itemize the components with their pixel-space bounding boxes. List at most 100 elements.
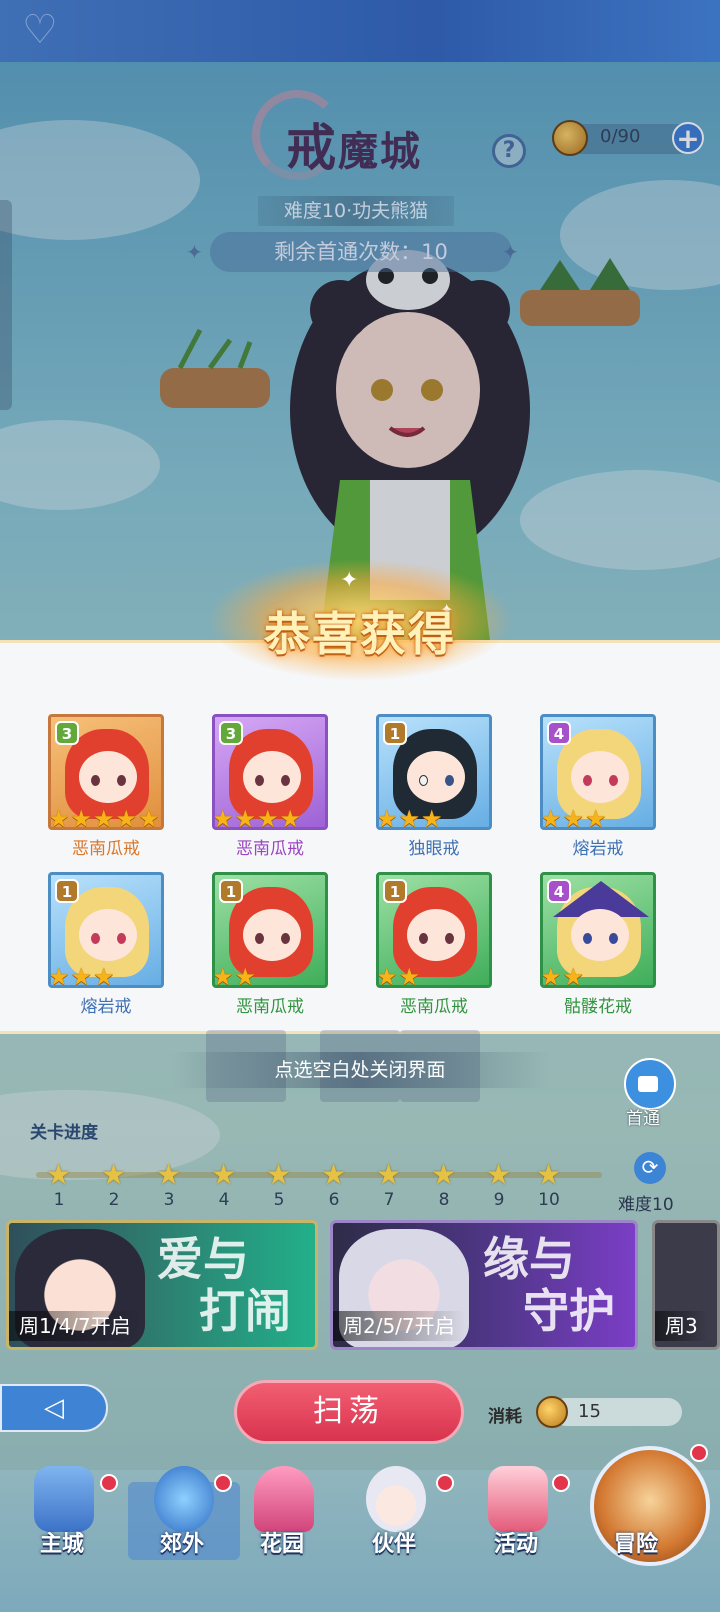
level-number: 2	[108, 1190, 120, 1210]
progress-star-icon[interactable]: ★	[536, 1158, 561, 1191]
sweep-button[interactable]: 扫荡	[234, 1380, 464, 1444]
star-icon: ★	[138, 805, 160, 830]
star-icon: ★	[540, 963, 562, 988]
reward-name: 恶南瓜戒	[236, 839, 304, 859]
star-icon: ★	[234, 805, 257, 830]
nav-item-partners[interactable]: 伙伴	[344, 1460, 444, 1560]
star-icon: ★	[376, 963, 398, 988]
eye	[255, 775, 264, 786]
eyepatch	[419, 775, 428, 786]
star-icon: ★	[398, 805, 421, 830]
eye	[91, 933, 100, 944]
event-card[interactable]: 爱与 打闹 周1/4/7开启	[6, 1220, 318, 1350]
star-rating: ★ ★	[540, 963, 584, 988]
nav-label: 主城	[39, 1532, 84, 1557]
star-icon: ★	[48, 963, 70, 988]
level-number: 10	[538, 1190, 560, 1210]
eye	[281, 933, 290, 944]
gift-icon	[488, 1466, 548, 1532]
reward-name: 恶南瓜戒	[400, 997, 468, 1017]
reward-item[interactable]: 3 ★ ★ ★ ★ 恶南瓜戒	[212, 714, 328, 864]
compass-icon	[154, 1466, 214, 1532]
star-rating: ★ ★	[376, 963, 421, 988]
star-icon: ★	[70, 963, 93, 988]
star-rating: ★ ★ ★	[376, 805, 443, 830]
star-icon: ★	[376, 805, 398, 830]
character-face	[407, 751, 465, 803]
reward-card: 3 ★ ★ ★ ★ ★	[48, 714, 164, 830]
progress-star-icon[interactable]: ★	[46, 1158, 71, 1191]
nav-item-adventure[interactable]: 冒险	[586, 1460, 686, 1560]
reward-card: 4 ★ ★	[540, 872, 656, 988]
eye	[609, 933, 618, 944]
reward-name: 恶南瓜戒	[72, 839, 140, 859]
progress-star-icon[interactable]: ★	[266, 1158, 291, 1191]
reward-item[interactable]: 1 ★ ★ 恶南瓜戒	[212, 872, 328, 1022]
reward-card: 4 ★ ★ ★	[540, 714, 656, 830]
reward-item[interactable]: 1 ★ ★ ★ 独眼戒	[376, 714, 492, 864]
progress-star-icon[interactable]: ★	[211, 1158, 236, 1191]
heart-arrow-icon: ♡	[22, 7, 58, 53]
event-card[interactable]: 缘与 守护 周2/5/7开启	[330, 1220, 638, 1350]
eye	[255, 933, 264, 944]
cost-bar	[552, 1398, 682, 1426]
star-icon: ★	[115, 805, 138, 830]
level-badge: 1	[219, 879, 243, 903]
progress-star-icon[interactable]: ★	[101, 1158, 126, 1191]
nav-item-garden[interactable]: 花园	[232, 1460, 332, 1560]
progress-star-icon[interactable]: ★	[376, 1158, 401, 1191]
reward-card: 3 ★ ★ ★ ★	[212, 714, 328, 830]
star-icon: ★	[234, 963, 257, 988]
reward-card: 1 ★ ★	[212, 872, 328, 988]
eye	[583, 775, 592, 786]
eye	[609, 775, 618, 786]
nav-item-activities[interactable]: 活动	[466, 1460, 566, 1560]
level-number: 8	[438, 1190, 450, 1210]
progress-star-icon[interactable]: ★	[156, 1158, 181, 1191]
star-rating: ★ ★ ★ ★ ★	[48, 805, 160, 830]
event-title-line1: 缘与	[483, 1232, 575, 1286]
close-hint: 点选空白处关闭界面	[170, 1052, 550, 1088]
star-rating: ★ ★ ★ ★	[215, 805, 301, 830]
level-number: 7	[383, 1190, 395, 1210]
game-scene: ♡ 戒魔城 ? 0/90 + 难度10·功夫熊猫 ✦ ✦ 剩余首通次数：10 ✦…	[0, 0, 720, 1612]
reward-item[interactable]: 3 ★ ★ ★ ★ ★ 恶南瓜戒	[48, 714, 164, 864]
character-face	[571, 751, 629, 803]
reward-item[interactable]: 4 ★ ★ ★ 熔岩戒	[540, 714, 656, 864]
reward-item[interactable]: 4 ★ ★ 骷髅花戒	[540, 872, 656, 1022]
ticket-coin-icon	[536, 1396, 568, 1428]
level-number: 1	[53, 1190, 65, 1210]
reward-item[interactable]: 1 ★ ★ 恶南瓜戒	[376, 872, 492, 1022]
reward-item[interactable]: 1 ★ ★ ★ 熔岩戒	[48, 872, 164, 1022]
back-arrow-icon[interactable]: ◁	[0, 1384, 108, 1432]
level-badge: 3	[55, 721, 79, 745]
nav-item-main-city[interactable]: 主城	[12, 1460, 112, 1560]
level-badge: 1	[383, 879, 407, 903]
reward-name: 独眼戒	[408, 839, 460, 859]
first-clear-record-label: 首通	[626, 1109, 660, 1129]
event-card[interactable]: 周3	[652, 1220, 720, 1350]
character-face	[79, 751, 137, 803]
cost-value: 15	[578, 1401, 601, 1422]
refresh-icon[interactable]: ⟳	[634, 1152, 666, 1184]
progress-star-icon[interactable]: ★	[486, 1158, 511, 1191]
castle-icon	[34, 1466, 94, 1532]
nav-label: 花园	[259, 1532, 304, 1557]
level-badge: 1	[55, 879, 79, 903]
star-icon: ★	[421, 805, 443, 830]
progress-star-icon[interactable]: ★	[431, 1158, 456, 1191]
eye	[117, 933, 126, 944]
eye	[281, 775, 290, 786]
video-camera-icon[interactable]	[624, 1058, 676, 1110]
character-face	[79, 909, 137, 961]
star-icon: ★	[562, 805, 585, 830]
star-icon: ★	[398, 963, 421, 988]
level-number: 5	[273, 1190, 285, 1210]
reward-name: 熔岩戒	[572, 839, 624, 859]
event-schedule: 周2/5/7开启	[333, 1311, 465, 1341]
level-badge: 3	[219, 721, 243, 745]
event-schedule: 周1/4/7开启	[9, 1311, 141, 1341]
star-icon: ★	[48, 805, 70, 830]
progress-star-icon[interactable]: ★	[321, 1158, 346, 1191]
star-rating: ★ ★ ★	[48, 963, 115, 988]
